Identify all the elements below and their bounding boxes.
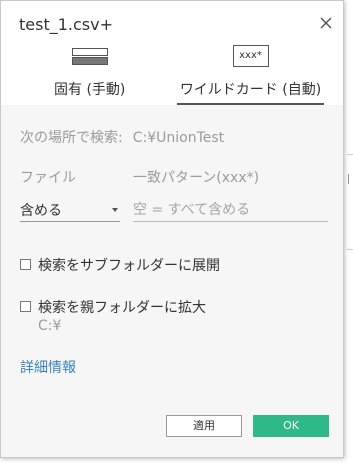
wildcard-icon: xxx* (232, 45, 269, 67)
fixed-width-icon (72, 45, 108, 67)
checkbox-box (20, 259, 31, 270)
tab-wildcard-auto[interactable]: xxx* ワイルドカード (自動) (177, 43, 324, 105)
expand-parent-label: 検索を親フォルダーに拡大 (38, 300, 206, 316)
divider (347, 154, 353, 155)
dialog-title: test_1.csv+ (19, 15, 113, 34)
file-label: ファイル (20, 170, 76, 186)
close-icon[interactable] (317, 14, 335, 32)
background-mark (348, 174, 353, 184)
include-select-value: 含める (20, 203, 62, 219)
checkbox-box (20, 301, 31, 312)
tab-label: ワイルドカード (自動) (179, 82, 322, 98)
expand-parent-checkbox[interactable]: 検索を親フォルダーに拡大 (20, 297, 230, 317)
details-link[interactable]: 詳細情報 (20, 357, 76, 377)
search-location: 次の場所で検索: C:¥UnionTest (20, 127, 224, 147)
parent-folder-path: C:¥ (38, 318, 62, 334)
apply-button[interactable]: 適用 (166, 415, 242, 437)
pattern-label: 一致パターン(xxx*) (133, 170, 260, 186)
include-select[interactable]: 含める (20, 199, 120, 222)
dialog-header: test_1.csv+ 固有 (手動) xxx* ワイルドカード (自動) (1, 1, 343, 105)
chevron-down-icon (112, 208, 118, 212)
search-location-label: 次の場所で検索: (20, 130, 123, 146)
union-wildcard-dialog: test_1.csv+ 固有 (手動) xxx* ワイルドカード (自動) 次の… (0, 0, 344, 458)
dialog-body: 次の場所で検索: C:¥UnionTest ファイル 一致パターン(xxx*) 含… (1, 105, 343, 457)
expand-subfolders-label: 検索をサブフォルダーに展開 (38, 258, 220, 274)
tab-label: 固有 (手動) (54, 82, 126, 98)
expand-subfolders-checkbox[interactable]: 検索をサブフォルダーに展開 (20, 255, 250, 275)
search-location-value: C:¥UnionTest (132, 130, 225, 146)
pattern-input[interactable] (133, 199, 328, 222)
tab-fixed-manual[interactable]: 固有 (手動) (17, 43, 163, 105)
ok-button[interactable]: OK (253, 415, 329, 437)
background-panel-edge (347, 154, 353, 294)
divider (347, 249, 353, 250)
